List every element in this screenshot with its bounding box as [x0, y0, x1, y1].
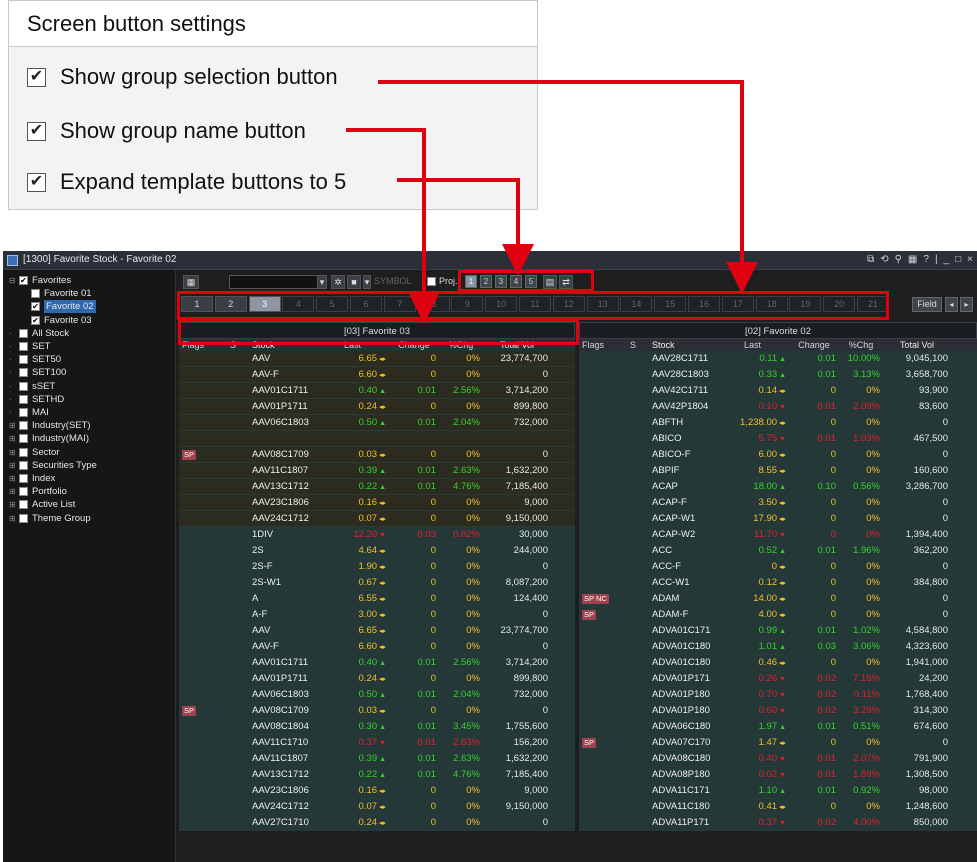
annotation-arrows: [346, 80, 758, 324]
arrow-template: [397, 178, 534, 276]
arrow-group-name: [346, 128, 440, 324]
